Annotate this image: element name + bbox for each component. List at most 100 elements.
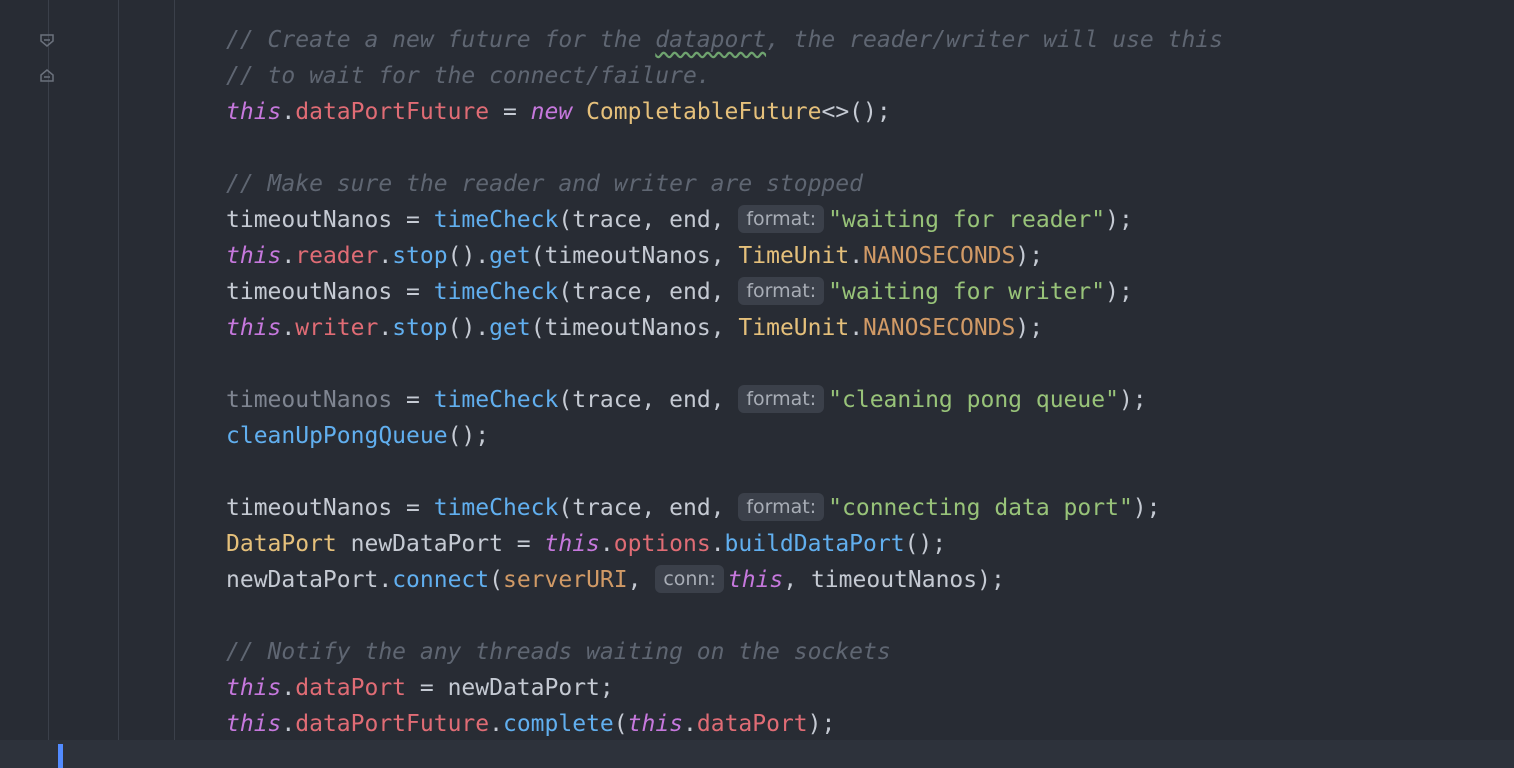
fold-start-icon[interactable] bbox=[40, 34, 54, 48]
punct: . bbox=[378, 243, 393, 269]
method: complete bbox=[502, 711, 614, 737]
code-line-12[interactable]: cleanUpPongQueue(); bbox=[226, 418, 489, 454]
field: dataPort bbox=[295, 675, 407, 701]
comment: // Make sure the reader and writer are s… bbox=[226, 171, 863, 197]
type: CompletableFuture bbox=[586, 99, 822, 125]
keyword: this bbox=[544, 531, 600, 557]
fold-end-icon[interactable] bbox=[40, 68, 54, 82]
punct: . bbox=[281, 243, 296, 269]
punct: . bbox=[281, 711, 296, 737]
code-line-15[interactable]: DataPort newDataPort = this.options.buil… bbox=[226, 526, 946, 562]
field: writer bbox=[295, 315, 379, 341]
parameter-hint: format: bbox=[738, 493, 825, 521]
string: "cleaning pong queue" bbox=[828, 387, 1119, 413]
punct: . bbox=[489, 711, 503, 737]
punct: (); bbox=[447, 423, 490, 449]
punct: (). bbox=[447, 315, 490, 341]
punct: . bbox=[849, 315, 864, 341]
keyword: this bbox=[226, 315, 282, 341]
code-line-14[interactable]: timeoutNanos = timeCheck(trace, end, for… bbox=[226, 490, 1161, 526]
punct: ( bbox=[489, 567, 503, 593]
keyword: new bbox=[530, 99, 573, 125]
args: (trace, end, bbox=[558, 207, 739, 233]
method: timeCheck bbox=[433, 387, 559, 413]
constant: NANOSECONDS bbox=[863, 315, 1016, 341]
declaration: newDataPort = bbox=[336, 531, 545, 557]
args: , timeoutNanos); bbox=[783, 567, 1005, 593]
code-editor[interactable]: // Create a new future for the dataport,… bbox=[120, 0, 1514, 768]
args: (timeoutNanos, bbox=[530, 315, 739, 341]
keyword: this bbox=[226, 711, 282, 737]
args: (trace, end, bbox=[558, 279, 739, 305]
punct: ); bbox=[1105, 207, 1133, 233]
punct: . bbox=[849, 243, 864, 269]
punct: ); bbox=[1105, 279, 1133, 305]
method: timeCheck bbox=[433, 279, 559, 305]
punct: . bbox=[599, 531, 614, 557]
args: (trace, end, bbox=[558, 495, 739, 521]
constant: NANOSECONDS bbox=[863, 243, 1016, 269]
text-caret bbox=[58, 744, 63, 768]
code-line-11[interactable]: timeoutNanos = timeCheck(trace, end, for… bbox=[226, 382, 1147, 418]
args: (timeoutNanos, bbox=[530, 243, 739, 269]
punct: . bbox=[378, 567, 393, 593]
punct: . bbox=[378, 315, 393, 341]
type: TimeUnit bbox=[738, 243, 850, 269]
string: "waiting for reader" bbox=[828, 207, 1106, 233]
method: stop bbox=[392, 315, 448, 341]
code-line-18[interactable]: // Notify the any threads waiting on the… bbox=[226, 634, 891, 670]
string: "waiting for writer" bbox=[828, 279, 1106, 305]
keyword: this bbox=[226, 243, 282, 269]
code-line-9[interactable]: this.writer.stop().get(timeoutNanos, Tim… bbox=[226, 310, 1043, 346]
code-line-16[interactable]: newDataPort.connect(serverURI, conn: this… bbox=[226, 562, 1005, 598]
operator: = bbox=[392, 279, 434, 305]
parameter-hint: format: bbox=[738, 277, 825, 305]
punct: ( bbox=[613, 711, 628, 737]
operator: = bbox=[392, 495, 434, 521]
code-line-20[interactable]: this.dataPortFuture.complete(this.dataPo… bbox=[226, 706, 835, 742]
unused-variable: timeoutNanos bbox=[226, 387, 393, 413]
variable: serverURI bbox=[502, 567, 628, 593]
type: DataPort bbox=[226, 531, 337, 557]
comment: // Create a new future for the bbox=[226, 27, 656, 53]
editor-gutter bbox=[0, 0, 120, 768]
indent-guide-1 bbox=[118, 0, 119, 768]
assignment: = newDataPort; bbox=[406, 675, 614, 701]
punct: (); bbox=[904, 531, 947, 557]
code-line-8[interactable]: timeoutNanos = timeCheck(trace, end, for… bbox=[226, 274, 1133, 310]
punct: ); bbox=[1118, 387, 1147, 413]
punct: . bbox=[281, 675, 296, 701]
code-line-3[interactable]: this.dataPortFuture = new CompletableFut… bbox=[226, 94, 891, 130]
code-line-2[interactable]: // to wait for the connect/failure. bbox=[226, 58, 711, 94]
comment: // Notify the any threads waiting on the… bbox=[226, 639, 891, 665]
punct: . bbox=[683, 711, 697, 737]
field: dataPort bbox=[696, 711, 808, 737]
gutter-guide-line bbox=[48, 0, 49, 768]
code-line-1[interactable]: // Create a new future for the dataport,… bbox=[226, 22, 1223, 58]
punct: ); bbox=[1132, 495, 1161, 521]
code-line-6[interactable]: timeoutNanos = timeCheck(trace, end, for… bbox=[226, 202, 1133, 238]
spell-check-word[interactable]: dataport bbox=[655, 27, 766, 53]
operator: = bbox=[392, 387, 434, 413]
method: get bbox=[489, 243, 531, 269]
code-line-19[interactable]: this.dataPort = newDataPort; bbox=[226, 670, 614, 706]
punct: ); bbox=[1015, 315, 1044, 341]
keyword: this bbox=[226, 675, 282, 701]
keyword: this bbox=[727, 567, 784, 593]
variable: timeoutNanos bbox=[226, 495, 393, 521]
type: TimeUnit bbox=[738, 315, 850, 341]
method: cleanUpPongQueue bbox=[226, 423, 448, 449]
punct: . bbox=[710, 531, 725, 557]
field: dataPortFuture bbox=[295, 711, 490, 737]
variable: timeoutNanos bbox=[226, 207, 393, 233]
args: (trace, end, bbox=[558, 387, 739, 413]
code-line-5[interactable]: // Make sure the reader and writer are s… bbox=[226, 166, 863, 202]
method: connect bbox=[392, 567, 490, 593]
punct: ); bbox=[1015, 243, 1044, 269]
punct: , bbox=[627, 567, 656, 593]
variable: newDataPort bbox=[226, 567, 379, 593]
punct: . bbox=[281, 99, 296, 125]
parameter-hint: format: bbox=[738, 385, 825, 413]
field: dataPortFuture bbox=[295, 99, 490, 125]
code-line-7[interactable]: this.reader.stop().get(timeoutNanos, Tim… bbox=[226, 238, 1043, 274]
